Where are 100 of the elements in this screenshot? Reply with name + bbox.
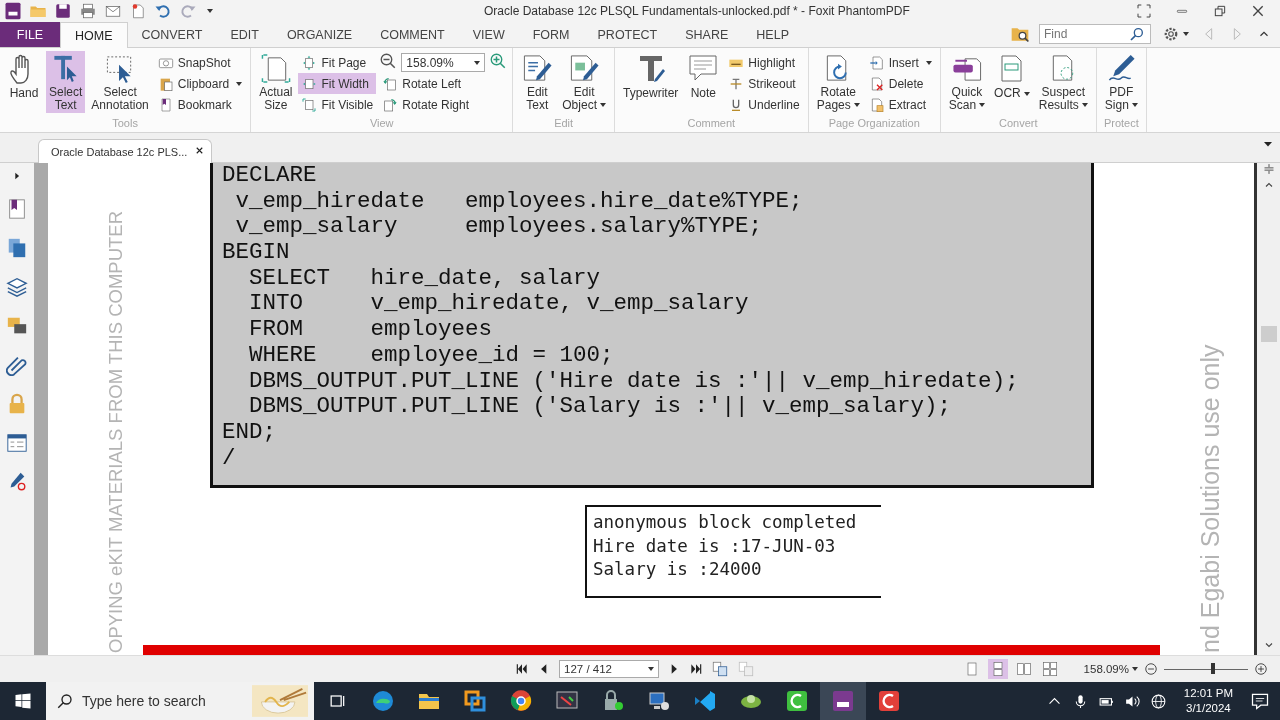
zoom-in-icon bbox=[489, 52, 508, 70]
code-line: BEGIN bbox=[222, 240, 291, 266]
panel-button[interactable] bbox=[6, 276, 28, 298]
ribbon-button[interactable]: Select Text bbox=[46, 51, 86, 113]
toolbar-button[interactable] bbox=[54, 2, 72, 20]
pdf-app-icon bbox=[831, 689, 855, 713]
ribbon-button[interactable]: Insert bbox=[865, 52, 935, 73]
slider-thumb[interactable] bbox=[1210, 663, 1215, 674]
taskbar-search-field[interactable]: Type here to search bbox=[46, 682, 314, 720]
ribbon-tab[interactable]: PROTECT bbox=[583, 22, 672, 47]
ribbon-tab[interactable]: SHARE bbox=[671, 22, 743, 47]
ribbon-button[interactable]: Note bbox=[684, 51, 723, 113]
ribbon-button[interactable]: PDF Sign bbox=[1101, 51, 1141, 113]
ribbon-button[interactable]: OCR bbox=[991, 51, 1033, 113]
ribbon-button[interactable]: Strikeout bbox=[725, 73, 803, 94]
zoom-combo[interactable]: 158.09% bbox=[401, 53, 486, 72]
ribbon-button[interactable]: Underline bbox=[725, 94, 803, 115]
expand-panel-button[interactable] bbox=[12, 171, 22, 181]
ribbon-button[interactable]: Extract bbox=[865, 94, 935, 115]
view-mode-button[interactable] bbox=[987, 659, 1008, 679]
ribbon-button[interactable]: Select Annotation bbox=[88, 51, 152, 113]
ribbon-button[interactable]: Suspect Results bbox=[1035, 51, 1091, 113]
toolbar-button[interactable] bbox=[79, 2, 97, 20]
fit-visible-icon bbox=[301, 96, 318, 113]
search-icon bbox=[1129, 26, 1145, 42]
code-editor-icon bbox=[693, 689, 717, 713]
panel-button[interactable] bbox=[6, 432, 28, 454]
zoom-value: 158.09% bbox=[406, 55, 454, 70]
ribbon-tab[interactable]: COMMENT bbox=[366, 22, 459, 47]
document-tab[interactable]: Oracle Database 12c PLS... bbox=[38, 139, 212, 163]
expand-arrow-icon bbox=[12, 171, 22, 181]
ribbon-button[interactable]: Fit Width bbox=[298, 73, 377, 94]
ribbon-button[interactable]: Actual Size bbox=[256, 51, 296, 113]
group-label: Page Organization bbox=[827, 117, 921, 131]
app-icon bbox=[463, 689, 487, 713]
output-line: Salary is :24000 bbox=[593, 558, 763, 582]
ribbon-button[interactable]: Fit Page bbox=[298, 52, 377, 73]
next-view-icon bbox=[737, 660, 755, 678]
ribbon-button[interactable]: Bookmark bbox=[154, 94, 246, 115]
previous-view-icon bbox=[711, 660, 729, 678]
panel-button[interactable] bbox=[6, 237, 28, 259]
ribbon-button[interactable]: Quick Scan bbox=[945, 51, 989, 113]
panel-button[interactable] bbox=[6, 198, 28, 220]
ribbon-tab[interactable]: HELP bbox=[742, 22, 803, 47]
previous-view-button[interactable] bbox=[711, 660, 729, 678]
document-pen-icon bbox=[521, 53, 554, 84]
globe-icon bbox=[1149, 692, 1167, 710]
layers-panel-icon bbox=[6, 276, 28, 298]
ribbon-button[interactable]: Delete bbox=[865, 73, 935, 94]
splitter-icon bbox=[1262, 163, 1275, 175]
settings-icon bbox=[1162, 25, 1180, 43]
facing-pages-icon bbox=[1015, 661, 1032, 677]
ribbon-button[interactable]: Hand bbox=[5, 51, 43, 113]
page-icon bbox=[259, 53, 292, 84]
ribbon-button[interactable]: Clipboard bbox=[154, 73, 246, 94]
ribbon-tab[interactable]: EDIT bbox=[216, 22, 273, 47]
find-field[interactable]: Find bbox=[1039, 24, 1151, 44]
ribbon-button[interactable]: SnapShot bbox=[154, 52, 246, 73]
ribbon-tab[interactable]: HOME bbox=[60, 22, 128, 48]
close-icon bbox=[1250, 3, 1266, 19]
page-number-field[interactable]: 127 / 412 bbox=[559, 660, 659, 678]
ribbon-button[interactable]: Fit Visible bbox=[298, 94, 377, 115]
ribbon-tab[interactable]: VIEW bbox=[458, 22, 519, 47]
caret-icon bbox=[648, 667, 654, 671]
code-line: DBMS_OUTPUT.PUT_LINE ('Salary is :'|| v_emp_salary); bbox=[248, 394, 953, 420]
ribbon-button[interactable]: Typewriter bbox=[619, 51, 682, 113]
zoom-value: 158.09% bbox=[1083, 663, 1129, 675]
clock[interactable]: 12:01 PM 3/1/2024 bbox=[1183, 686, 1233, 716]
taskbar-app-button[interactable] bbox=[820, 682, 866, 720]
ribbon-button[interactable]: Edit Object bbox=[559, 51, 609, 113]
ribbon-button[interactable]: Edit Text bbox=[518, 51, 557, 113]
group-label: View bbox=[368, 117, 395, 131]
ribbon-button[interactable]: Rotate Right bbox=[379, 94, 508, 115]
panel-button[interactable] bbox=[6, 354, 28, 376]
zoom-in-button[interactable] bbox=[1254, 662, 1268, 676]
scrollbar[interactable] bbox=[1257, 163, 1280, 655]
ribbon-tab[interactable]: ORGANIZE bbox=[272, 22, 367, 47]
file-menu-button[interactable]: FILE bbox=[0, 22, 60, 47]
ribbon-tab[interactable]: FORM bbox=[518, 22, 584, 47]
ribbon-button[interactable]: Highlight bbox=[725, 52, 803, 73]
first-page-button[interactable] bbox=[515, 662, 529, 676]
close-icon bbox=[194, 145, 205, 156]
code-line: v_emp_hiredate employees.hire_date%TYPE; bbox=[234, 188, 804, 215]
search-placeholder: Type here to search bbox=[82, 693, 207, 709]
ribbon-button[interactable]: Rotate Left bbox=[379, 73, 508, 94]
toolbar-button[interactable] bbox=[154, 2, 172, 20]
zoom-out-button[interactable] bbox=[1144, 662, 1158, 676]
redo-icon bbox=[179, 2, 197, 20]
caret-icon bbox=[474, 60, 481, 65]
last-page-button[interactable] bbox=[689, 662, 703, 676]
scroll-thumb[interactable] bbox=[1260, 326, 1277, 342]
zoom-dropdown[interactable]: 158.09% bbox=[1083, 663, 1138, 675]
tray-button[interactable] bbox=[1149, 692, 1167, 710]
code-line: DECLARE bbox=[222, 163, 318, 189]
notifications-button[interactable] bbox=[1250, 691, 1270, 711]
output-line: anonymous block completed bbox=[593, 511, 858, 535]
ribbon-tab[interactable]: CONVERT bbox=[127, 22, 217, 47]
group-label: Edit bbox=[553, 117, 575, 131]
first-page-icon bbox=[515, 662, 529, 676]
ribbon-button[interactable]: Rotate Pages bbox=[813, 51, 863, 113]
